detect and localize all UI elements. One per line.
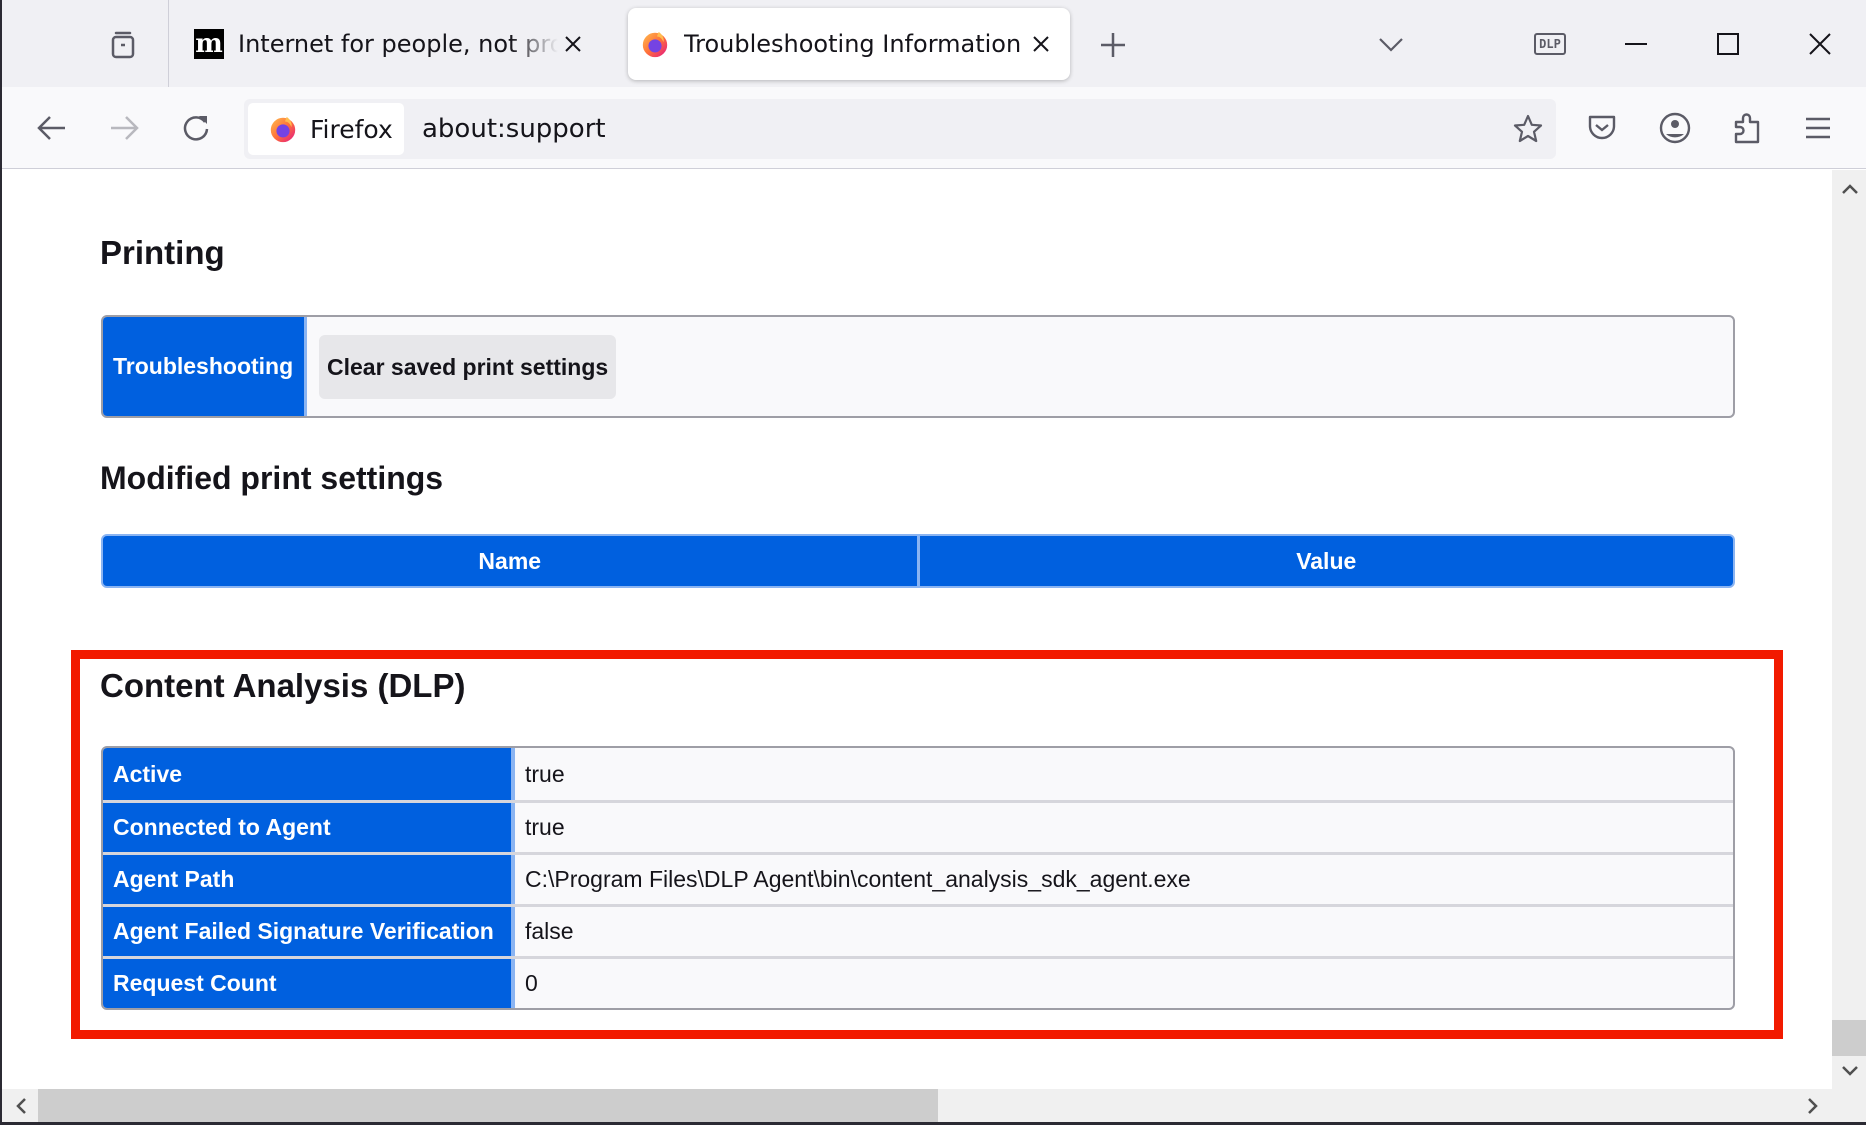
row-label: Request Count [103, 959, 515, 1008]
tab-bar: m Internet for people, not profit — Mozi… [2, 0, 1866, 87]
printing-heading: Printing [100, 234, 225, 271]
close-icon [565, 36, 581, 52]
chevron-up-icon [1842, 184, 1858, 194]
account-icon [1659, 112, 1691, 144]
close-tab-button[interactable] [558, 29, 588, 59]
printing-troubleshooting-table: Troubleshooting Clear saved print settin… [101, 315, 1735, 418]
new-tab-button[interactable] [1094, 26, 1132, 64]
scroll-left-button[interactable] [4, 1089, 38, 1122]
row-label: Agent Failed Signature Verification [103, 907, 515, 956]
tab-mozilla[interactable]: m Internet for people, not profit — Mozi… [182, 8, 602, 80]
maximize-icon [1717, 33, 1739, 55]
chevron-down-icon [1842, 1066, 1858, 1076]
table-row: Request Count 0 [103, 956, 1733, 1008]
dlp-indicator[interactable]: DLP [1534, 33, 1566, 55]
account-button[interactable] [1653, 106, 1697, 150]
table-row: Agent Failed Signature Verification fals… [103, 904, 1733, 956]
chevron-right-icon [1808, 1097, 1818, 1114]
modified-print-settings-heading: Modified print settings [100, 460, 444, 496]
firefox-logo-icon [642, 31, 668, 58]
bookmark-star-button[interactable] [1506, 107, 1550, 151]
identity-label: Firefox [310, 114, 393, 144]
star-icon [1513, 114, 1543, 143]
column-header-name: Name [478, 548, 542, 574]
extensions-button[interactable] [1725, 106, 1769, 150]
identity-box[interactable]: Firefox [248, 103, 404, 155]
row-label: Active [103, 748, 515, 800]
url-input[interactable]: about:support [422, 99, 606, 159]
scroll-down-button[interactable] [1832, 1056, 1866, 1086]
firefox-logo-icon [270, 116, 296, 143]
tab-separator [168, 0, 169, 87]
troubleshooting-label: Troubleshooting [103, 317, 307, 416]
column-header-value: Value [916, 536, 1734, 586]
firefox-view-icon [111, 31, 135, 59]
list-all-tabs-button[interactable] [1374, 28, 1408, 62]
row-label: Agent Path [103, 855, 515, 904]
vertical-scroll-thumb[interactable] [1832, 1020, 1866, 1056]
table-row: Active true [103, 748, 1733, 800]
scroll-right-button[interactable] [1796, 1089, 1830, 1122]
puzzle-icon [1734, 113, 1760, 144]
forward-button[interactable] [102, 106, 146, 150]
horizontal-scrollbar[interactable] [2, 1089, 1866, 1125]
close-window-button[interactable] [1790, 20, 1850, 68]
row-label: Connected to Agent [103, 803, 515, 852]
minimize-button[interactable] [1606, 20, 1666, 68]
clear-print-settings-button[interactable]: Clear saved print settings [319, 335, 617, 399]
arrow-right-icon [111, 116, 139, 140]
back-button[interactable] [30, 106, 74, 150]
row-value: 0 [525, 970, 538, 996]
close-tab-button[interactable] [1026, 29, 1056, 59]
row-value: true [525, 814, 565, 840]
pocket-button[interactable] [1580, 106, 1624, 150]
navigation-toolbar: Firefox about:support [2, 87, 1866, 169]
chevron-down-icon [1379, 38, 1403, 52]
content-analysis-heading: Content Analysis (DLP) [100, 667, 466, 704]
pocket-icon [1588, 115, 1616, 140]
close-icon [1033, 36, 1049, 52]
arrow-left-icon [37, 116, 65, 140]
close-icon [1809, 33, 1831, 55]
page-content: Printing Troubleshooting Clear saved pri… [2, 170, 1832, 1089]
table-row: Agent Path C:\Program Files\DLP Agent\bi… [103, 852, 1733, 904]
reload-icon [183, 116, 209, 141]
maximize-button[interactable] [1698, 20, 1758, 68]
row-value: true [525, 760, 565, 787]
chevron-left-icon [16, 1097, 26, 1114]
content-analysis-table: Active true Connected to Agent true Agen… [101, 746, 1735, 1010]
mozilla-m-logo-icon: m [194, 29, 224, 59]
tab-title: Internet for people, not profit — Mozill… [238, 30, 558, 58]
minimize-icon [1625, 43, 1647, 45]
table-row: Connected to Agent true [103, 800, 1733, 852]
tab-title: Troubleshooting Information [684, 30, 1022, 58]
tab-troubleshooting[interactable]: Troubleshooting Information [628, 8, 1070, 80]
scroll-up-button[interactable] [1832, 174, 1866, 204]
url-bar[interactable]: Firefox about:support [244, 99, 1556, 159]
modified-print-settings-table-header: Name Value [101, 534, 1735, 588]
hamburger-menu-icon [1806, 117, 1830, 139]
reload-button[interactable] [174, 106, 218, 150]
row-value: false [525, 918, 574, 944]
app-menu-button[interactable] [1796, 106, 1840, 150]
plus-icon [1101, 33, 1125, 57]
vertical-scrollbar[interactable] [1832, 170, 1866, 1089]
firefox-view-button[interactable] [100, 26, 146, 64]
horizontal-scroll-thumb[interactable] [38, 1089, 938, 1122]
row-value: C:\Program Files\DLP Agent\bin\content_a… [525, 866, 1191, 892]
